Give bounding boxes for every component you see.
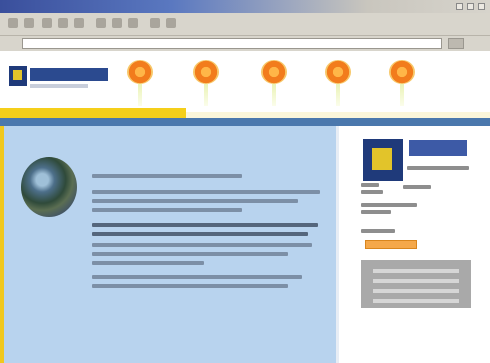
text-line-placeholder [92, 252, 288, 256]
text-block [92, 174, 322, 183]
forward-icon[interactable] [24, 18, 34, 28]
home-icon[interactable] [74, 18, 84, 28]
main-content [4, 126, 336, 363]
stem-decoration [400, 84, 404, 106]
url-field[interactable] [22, 38, 442, 49]
text-line-placeholder [403, 185, 431, 189]
text-line-placeholder [361, 203, 417, 207]
stem-decoration [204, 84, 208, 106]
text-line-placeholder [361, 183, 379, 187]
close-icon[interactable] [478, 3, 485, 10]
maximize-icon[interactable] [467, 3, 474, 10]
nav-item-4[interactable] [320, 56, 364, 114]
site-name[interactable] [30, 68, 108, 81]
sunflower-icon [261, 60, 287, 84]
title-bar [0, 0, 490, 13]
text-line-placeholder [92, 190, 320, 194]
info-box [361, 260, 471, 308]
accent-bar [0, 108, 186, 118]
nav-item-2[interactable] [188, 56, 232, 114]
browser-window [0, 0, 490, 363]
sunflower-icon [193, 60, 219, 84]
sunflower-icon [127, 60, 153, 84]
text-block [92, 243, 322, 270]
text-line-placeholder [373, 299, 459, 303]
text-line-placeholder [373, 269, 459, 273]
search-icon[interactable] [96, 18, 106, 28]
globe-image [21, 157, 77, 217]
text-line-placeholder [92, 243, 312, 247]
history-icon[interactable] [128, 18, 138, 28]
text-line-placeholder [92, 174, 242, 178]
nav-item-1[interactable] [122, 56, 166, 114]
text-line-placeholder [92, 261, 204, 265]
logo-icon[interactable] [363, 139, 403, 181]
nav-item-5[interactable] [384, 56, 428, 114]
site-header [0, 51, 490, 116]
sidebar [336, 126, 490, 363]
text-line-placeholder [361, 229, 395, 233]
header-divider [0, 118, 490, 126]
refresh-icon[interactable] [58, 18, 68, 28]
nav-item-3[interactable] [256, 56, 300, 114]
text-line-placeholder [92, 223, 318, 227]
sidebar-title[interactable] [409, 140, 467, 156]
text-line-placeholder [407, 166, 469, 170]
text-line-placeholder [361, 190, 383, 194]
browser-toolbar [0, 13, 490, 36]
text-line-placeholder [361, 210, 391, 214]
stop-icon[interactable] [42, 18, 52, 28]
print-icon[interactable] [166, 18, 176, 28]
minimize-icon[interactable] [456, 3, 463, 10]
text-line-placeholder [92, 232, 308, 236]
text-line-placeholder [92, 199, 298, 203]
text-line-placeholder [92, 208, 242, 212]
favorites-icon[interactable] [112, 18, 122, 28]
site-tagline [30, 84, 88, 88]
logo-icon[interactable] [9, 66, 27, 86]
sunflower-icon [389, 60, 415, 84]
text-line-placeholder [92, 284, 288, 288]
stem-decoration [138, 84, 142, 106]
text-line-placeholder [373, 289, 459, 293]
sidebar-button[interactable] [365, 240, 417, 249]
stem-decoration [272, 84, 276, 106]
mail-icon[interactable] [150, 18, 160, 28]
text-block [92, 190, 322, 217]
text-block [92, 275, 322, 293]
sunflower-icon [325, 60, 351, 84]
go-button[interactable] [448, 38, 464, 49]
stem-decoration [336, 84, 340, 106]
address-bar [0, 36, 490, 51]
text-line-placeholder [92, 275, 302, 279]
text-line-placeholder [373, 279, 459, 283]
back-icon[interactable] [8, 18, 18, 28]
text-block [92, 223, 322, 241]
